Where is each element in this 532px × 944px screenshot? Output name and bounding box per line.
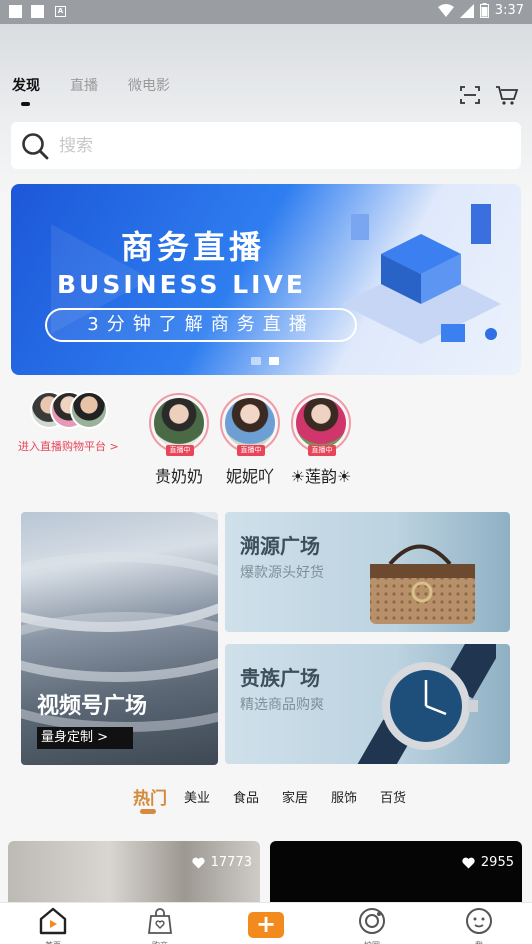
avatar [225,398,275,448]
heart-icon [462,857,475,868]
notification-a-icon: A [55,6,66,17]
banner-pagination [251,357,279,365]
scan-icon[interactable] [459,84,481,106]
like-count[interactable]: 2955 [462,855,514,870]
search-bar[interactable] [11,122,521,169]
live-badge: 直播中 [237,445,265,456]
profile-icon [466,908,492,934]
nav-circle[interactable]: 拍圈 [342,907,402,944]
nav-home-label: 首页 [23,940,83,944]
nav-home[interactable]: 首页 [23,907,83,944]
search-icon [22,132,49,159]
cart-icon[interactable] [495,84,519,106]
notification-icon [31,5,44,18]
category-tab-food[interactable]: 食品 [233,787,259,806]
category-tab-clothing[interactable]: 服饰 [331,787,357,806]
create-plus-button[interactable]: + [248,912,284,938]
shopping-bag-icon [147,908,173,934]
customize-button[interactable]: 量身定制 > [37,727,133,749]
nav-shop-label: 购商 [130,940,190,944]
avatar [70,391,108,429]
trace-square-card[interactable]: 溯源广场 爆款源头好货 [225,512,510,632]
live-avatar-stack[interactable] [30,391,110,431]
enter-live-platform-link[interactable]: 进入直播购物平台 > [18,438,119,454]
trace-square-title: 溯源广场 [240,534,320,558]
nav-circle-label: 拍圈 [342,940,402,944]
avatar [296,398,346,448]
like-count-value: 2955 [480,855,514,870]
live-badge: 直播中 [166,445,194,456]
circle-icon [359,908,385,934]
live-user[interactable]: 直播中 妮妮吖 [218,393,282,487]
avatar [154,398,204,448]
noble-square-card[interactable]: 贵族广场 精选商品购爽 [225,644,510,764]
promo-banner[interactable]: 商务直播 BUSINESS LIVE 3分钟了解商务直播 [11,184,521,375]
clock: 3:37 [494,3,524,18]
signal-icon [459,3,474,18]
live-user-name: 贵奶奶 [154,467,203,486]
tab-micro-film[interactable]: 微电影 [128,76,170,100]
banner-subtitle: BUSINESS LIVE [57,270,306,299]
banner-title: 商务直播 [121,228,266,266]
live-user[interactable]: 直播中 贵奶奶 [147,393,211,487]
live-avatar: 直播中 [291,393,351,456]
live-badge: 直播中 [308,445,336,456]
chevron-right-icon: > [109,440,119,453]
tab-live[interactable]: 直播 [70,76,98,100]
tab-discover[interactable]: 发现 [12,76,40,106]
live-avatar: 直播中 [149,393,209,456]
top-tabs: 发现 直播 微电影 [12,76,200,106]
like-count[interactable]: 17773 [191,855,252,870]
heart-icon [191,857,205,868]
trace-square-subtitle: 爆款源头好货 [240,565,324,581]
status-bar: A 3:37 [0,0,532,24]
nav-profile-label: 我 [449,940,509,944]
category-tab-beauty[interactable]: 美业 [184,787,210,806]
plus-icon: + [255,910,277,938]
live-user-name: 妮妮吖 [225,467,274,486]
pagination-dot-active [269,357,279,365]
live-user-name: ☀莲韵☀ [290,467,352,486]
live-user[interactable]: 直播中 ☀莲韵☀ [289,393,353,487]
video-square-title: 视频号广场 [37,694,148,719]
header-background [0,0,532,200]
category-tabs: 热门 美业 食品 家居 服饰 百货 [0,784,532,814]
nav-shop[interactable]: 购商 [130,907,190,944]
notification-icon [9,5,22,18]
category-active-indicator [140,809,156,814]
video-square-card[interactable]: 视频号广场 量身定制 > [21,512,218,765]
noble-square-subtitle: 精选商品购爽 [240,697,324,713]
category-tab-hot[interactable]: 热门 [133,784,167,809]
nav-profile[interactable]: 我 [449,907,509,944]
banner-pill: 3分钟了解商务直播 [45,308,357,342]
search-input[interactable] [59,135,459,156]
like-count-value: 17773 [210,855,252,870]
noble-square-title: 贵族广场 [240,666,320,690]
category-tab-home[interactable]: 家居 [282,787,308,806]
enter-live-label: 进入直播购物平台 [18,440,106,453]
handbag-image [370,544,475,624]
pagination-dot [251,357,261,365]
wifi-icon [437,3,454,17]
bottom-nav: 首页 购商 + 拍圈 我 [0,902,532,944]
home-icon [39,907,67,935]
live-avatar: 直播中 [220,393,280,456]
category-tab-general[interactable]: 百货 [380,787,406,806]
battery-icon [479,3,489,18]
isometric-illustration [341,204,501,344]
watch-image [356,644,496,764]
